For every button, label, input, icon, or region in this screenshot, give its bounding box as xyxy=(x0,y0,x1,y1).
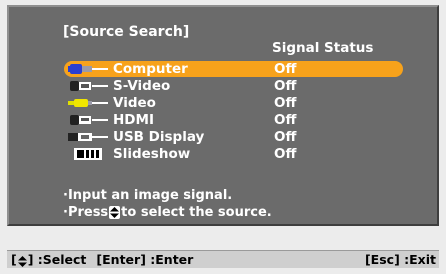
up-down-arrows-icon xyxy=(109,206,121,219)
page-title: [Source Search] xyxy=(63,24,190,40)
help-line-2: ·Press to select the source. xyxy=(63,205,272,220)
help-line-1: ·Input an image signal. xyxy=(63,188,233,203)
help-text: ·Input an image signal. ·Press to select… xyxy=(63,187,272,221)
source-status: Off xyxy=(274,78,297,94)
source-label: Video xyxy=(113,95,156,111)
source-status: Off xyxy=(274,112,297,128)
source-status: Off xyxy=(274,146,297,162)
source-label: HDMI xyxy=(113,112,154,128)
source-item-computer[interactable]: Computer Off xyxy=(9,61,437,78)
source-status: Off xyxy=(274,95,297,111)
s-video-port-icon xyxy=(70,81,108,91)
source-label: USB Display xyxy=(113,129,205,145)
select-hint: ] :Select xyxy=(27,252,87,267)
source-item-hdmi[interactable]: HDMI Off xyxy=(9,112,437,129)
source-item-usb-display[interactable]: USB Display Off xyxy=(9,129,437,146)
video-port-icon xyxy=(68,99,108,107)
footer-left: [ ] :Select [Enter] :Enter xyxy=(11,252,194,267)
source-label: S-Video xyxy=(113,78,171,94)
source-list: Computer Off S-Video Off Video Off HDMI … xyxy=(9,61,437,163)
source-item-video[interactable]: Video Off xyxy=(9,95,437,112)
source-item-slideshow[interactable]: Slideshow Off xyxy=(9,146,437,163)
up-down-key-icon xyxy=(17,254,27,267)
slideshow-icon xyxy=(74,148,102,160)
enter-hint: [Enter] :Enter xyxy=(96,252,194,267)
source-status: Off xyxy=(274,61,297,77)
usb-display-port-icon xyxy=(68,133,108,141)
signal-status-header: Signal Status xyxy=(272,40,374,56)
exit-hint: [Esc] :Exit xyxy=(364,252,436,267)
source-item-s-video[interactable]: S-Video Off xyxy=(9,78,437,95)
source-label: Slideshow xyxy=(113,146,191,162)
computer-port-icon xyxy=(68,64,108,74)
source-label: Computer xyxy=(113,61,188,77)
key-help-bar: [ ] :Select [Enter] :Enter [Esc] :Exit xyxy=(7,250,439,268)
hdmi-port-icon xyxy=(70,115,108,125)
source-status: Off xyxy=(274,129,297,145)
source-search-panel: [Source Search] Signal Status Computer O… xyxy=(7,5,439,226)
